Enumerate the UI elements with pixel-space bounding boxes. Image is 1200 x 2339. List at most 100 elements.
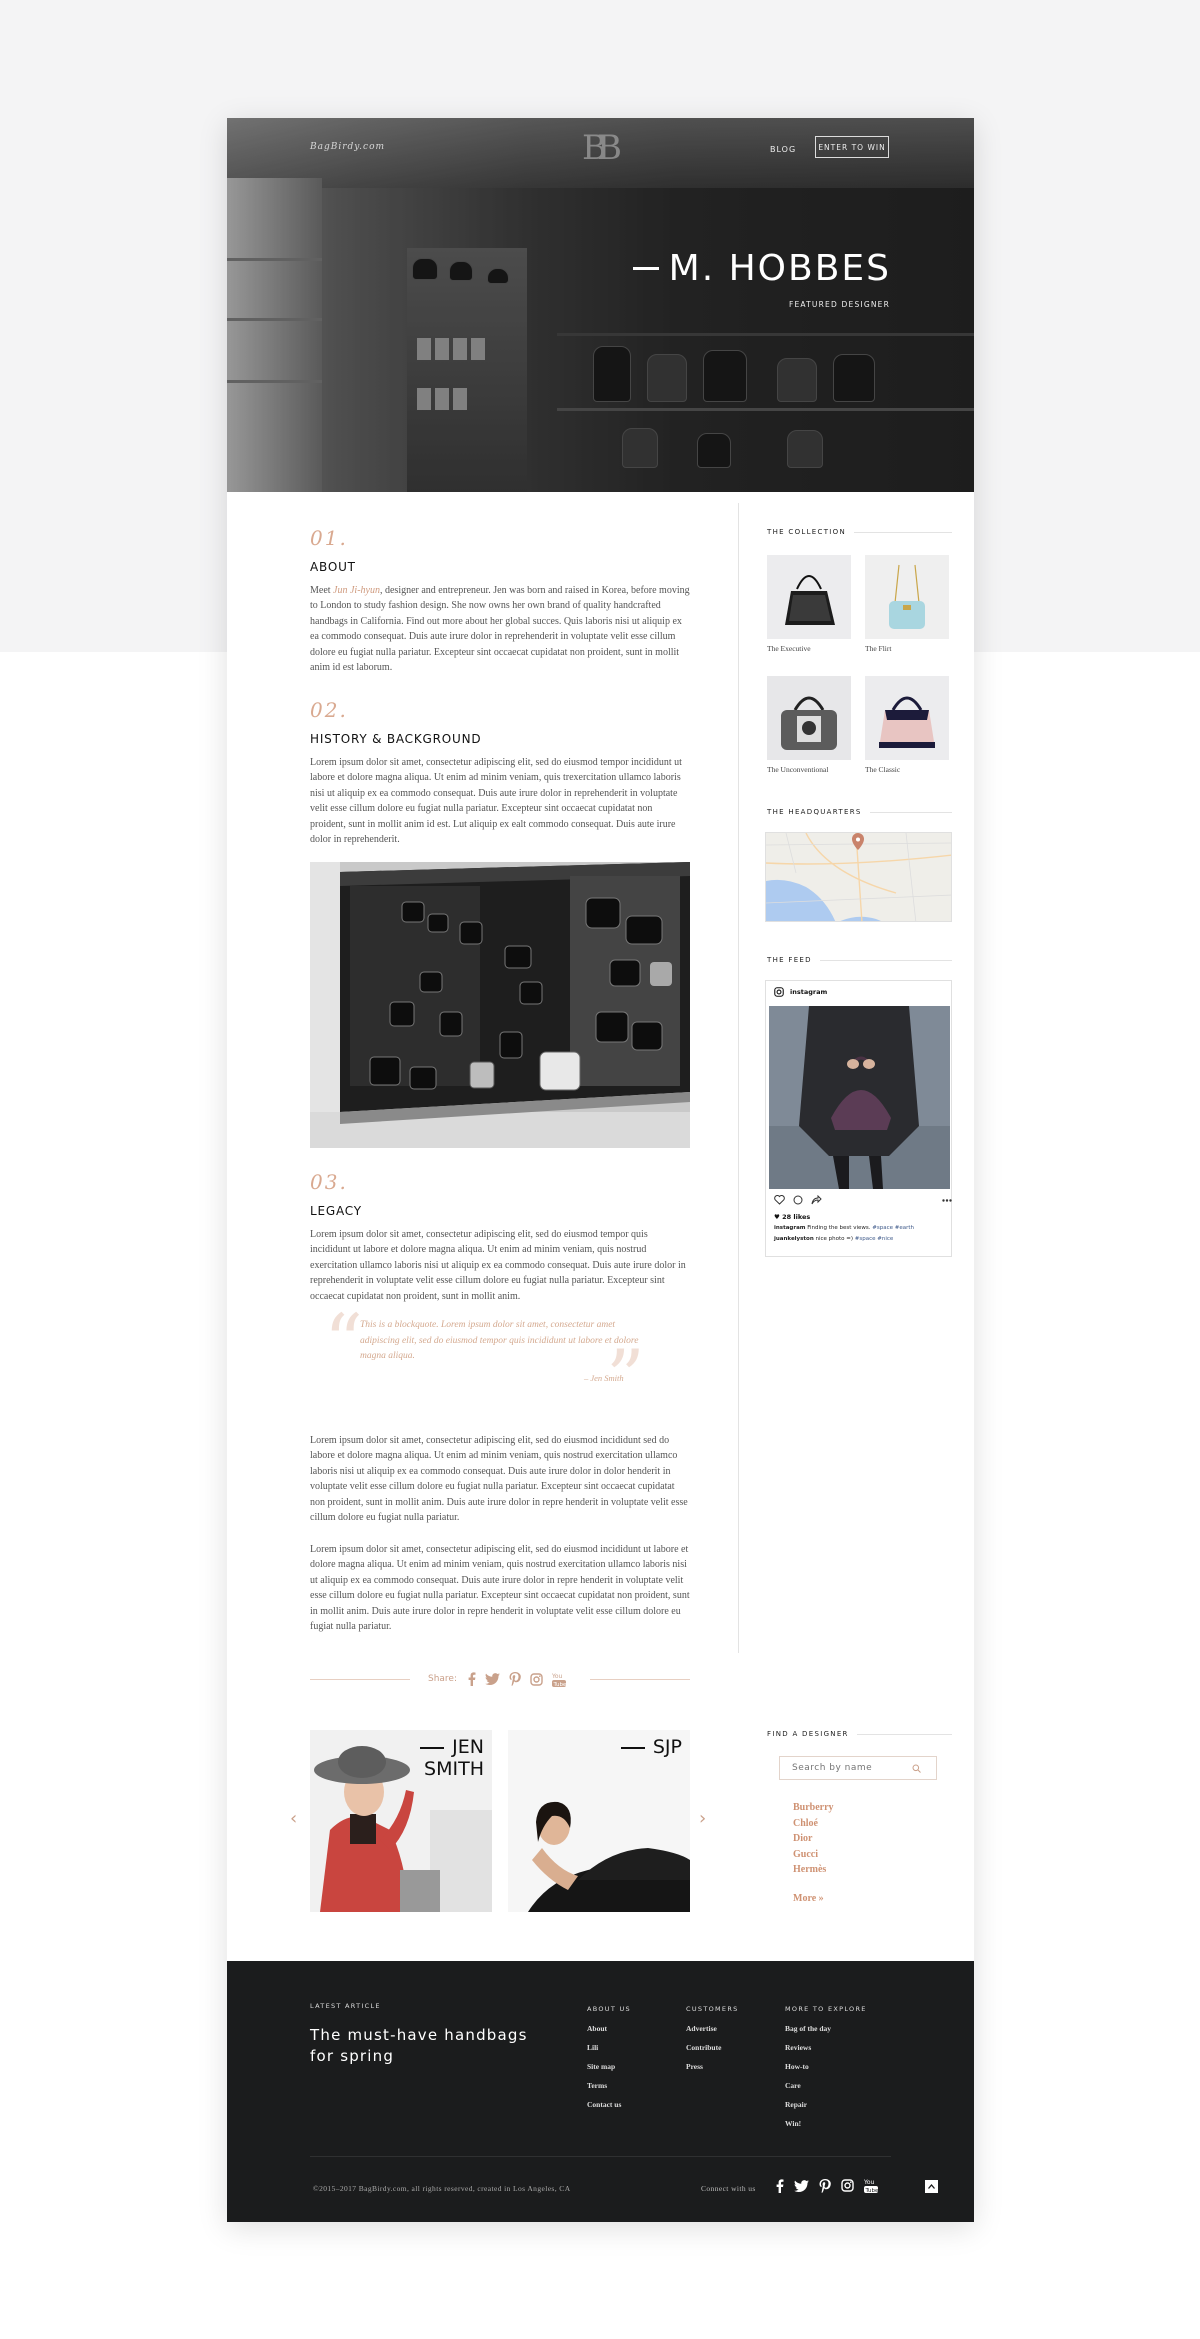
section-history: 02. HISTORY & BACKGROUND Lorem ipsum dol… [310,698,690,847]
site-logo[interactable]: BagBirdy.com [310,142,385,152]
likes-count: 28 likes [782,1213,811,1221]
footer-link[interactable]: Lili [587,2038,621,2057]
footer: LATEST ARTICLE The must-have handbags fo… [227,1961,974,2222]
section-legacy: 03. LEGACY Lorem ipsum dolor sit amet, c… [310,1170,690,1304]
collection-heading: THE COLLECTION [767,528,952,536]
twitter-icon[interactable] [485,1672,501,1687]
designer-link-chloe[interactable]: Chloé [793,1816,834,1832]
pinterest-icon[interactable] [509,1672,521,1687]
footer-link[interactable]: Press [686,2057,721,2076]
collection-caption: The Unconventional [767,765,829,774]
comment-user[interactable]: juankelyston [774,1236,814,1242]
footer-link[interactable]: Bag of the day [785,2019,831,2038]
carousel-next-arrow[interactable]: › [699,1808,706,1829]
feed-account: instagram [790,988,828,996]
footer-link[interactable]: Care [785,2076,831,2095]
footer-link[interactable]: Contribute [686,2038,721,2057]
designer-card-name: JEN SMITH [420,1736,484,1780]
facebook-icon[interactable] [467,1672,476,1687]
footer-link[interactable]: Repair [785,2095,831,2114]
collection-item-flirt[interactable] [865,555,949,639]
nav-blog-link[interactable]: BLOG [770,145,796,154]
footer-link[interactable]: Win! [785,2114,831,2133]
paragraph-text: Meet [310,585,334,596]
designer-card-sjp[interactable]: SJP [508,1730,690,1912]
bag-image [767,676,851,760]
more-designers-link[interactable]: More » [793,1893,824,1904]
bag-image [865,555,949,639]
section-number: 02. [310,698,348,722]
monogram-logo[interactable]: BB [582,128,622,168]
comment-tags[interactable]: #space #nice [855,1236,894,1242]
instagram-feed-card[interactable]: instagram ♥ 28 likes instagram Finding t… [765,980,952,1257]
footer-link[interactable]: Advertise [686,2019,721,2038]
instagram-icon[interactable] [530,1672,543,1687]
designer-link-gucci[interactable]: Gucci [793,1847,834,1863]
latest-article-title[interactable]: The must-have handbags for spring [310,2025,540,2067]
footer-link[interactable]: About [587,2019,621,2038]
open-quote-icon: “ [324,1297,363,1386]
footer-link[interactable]: Reviews [785,2038,831,2057]
explore-label: MORE TO EXPLORE [785,2005,867,2013]
footer-link[interactable]: Contact us [587,2095,621,2114]
page-card: BagBirdy.com BB BLOG ENTER TO WIN M. HOB… [227,118,974,2222]
section-heading: LEGACY [310,1204,362,1218]
hero-banner: BagBirdy.com BB BLOG ENTER TO WIN M. HOB… [227,118,974,492]
section-paragraph: Meet Jun Ji-hyun, designer and entrepren… [310,583,690,675]
section-paragraph: Lorem ipsum dolor sit amet, consectetur … [310,757,682,846]
title-dash [632,267,659,270]
carousel-prev-arrow[interactable]: ‹ [290,1808,297,1829]
designer-link-burberry[interactable]: Burberry [793,1800,834,1816]
footer-link[interactable]: How-to [785,2057,831,2076]
back-to-top-button[interactable] [925,2180,938,2193]
feed-photo-graphic [769,1006,950,1189]
designer-name-link[interactable]: Jun Ji-hyun [333,585,380,596]
share-arrow-icon[interactable] [811,1195,822,1205]
section-about: 01. ABOUT Meet Jun Ji-hyun, designer and… [310,526,690,675]
youtube-icon[interactable]: You Tube [864,2178,878,2193]
collection-item-unconventional[interactable] [767,676,851,760]
headquarters-heading: THE HEADQUARTERS [767,808,952,816]
enter-to-win-label: ENTER TO WIN [818,142,886,152]
caption-tags[interactable]: #space #earth [872,1225,914,1231]
heart-icon[interactable] [774,1195,785,1205]
footer-link[interactable]: Site map [587,2057,621,2076]
facebook-icon[interactable] [775,2178,784,2193]
search-icon[interactable] [912,1764,921,1773]
headquarters-heading-text: THE HEADQUARTERS [767,808,862,816]
connect-label: Connect with us [701,2184,756,2193]
designer-link-dior[interactable]: Dior [793,1831,834,1847]
share-icons: You Tube [467,1672,567,1687]
section-paragraph: Lorem ipsum dolor sit amet, consectetur … [310,1544,690,1633]
more-options-icon[interactable] [942,1198,952,1202]
feed-photo [769,1006,950,1189]
twitter-icon[interactable] [794,2178,809,2193]
find-designer-heading-text: FIND A DESIGNER [767,1730,849,1738]
designer-search-input[interactable] [792,1763,912,1773]
customers-list: Advertise Contribute Press [686,2019,721,2076]
extra-paragraph-1: Lorem ipsum dolor sit amet, consectetur … [310,1424,690,1525]
bag-image [865,676,949,760]
svg-text:You: You [552,1673,563,1680]
name-dash [420,1746,445,1749]
footer-social-icons: You Tube [775,2178,878,2193]
instagram-icon[interactable] [841,2178,854,2193]
heading-rule [819,959,952,961]
designer-card-jen-smith[interactable]: JEN SMITH [310,1730,492,1912]
section-paragraph: Lorem ipsum dolor sit amet, consectetur … [310,1435,688,1524]
pinterest-icon[interactable] [819,2178,831,2193]
bag-image [767,555,851,639]
collection-item-executive[interactable] [767,555,851,639]
youtube-icon[interactable]: You Tube [552,1672,567,1687]
feed-actions [774,1195,952,1205]
feed-likes: ♥ 28 likes [774,1213,810,1221]
caption-user[interactable]: instagram [774,1225,806,1231]
collection-item-classic[interactable] [865,676,949,760]
enter-to-win-button[interactable]: ENTER TO WIN [815,136,889,158]
designer-search-box[interactable] [779,1756,937,1780]
comment-icon[interactable] [793,1195,803,1205]
footer-link[interactable]: Terms [587,2076,621,2095]
headquarters-map[interactable] [765,832,952,922]
designer-link-hermes[interactable]: Hermès [793,1862,834,1878]
latest-article-label: LATEST ARTICLE [310,2002,381,2010]
